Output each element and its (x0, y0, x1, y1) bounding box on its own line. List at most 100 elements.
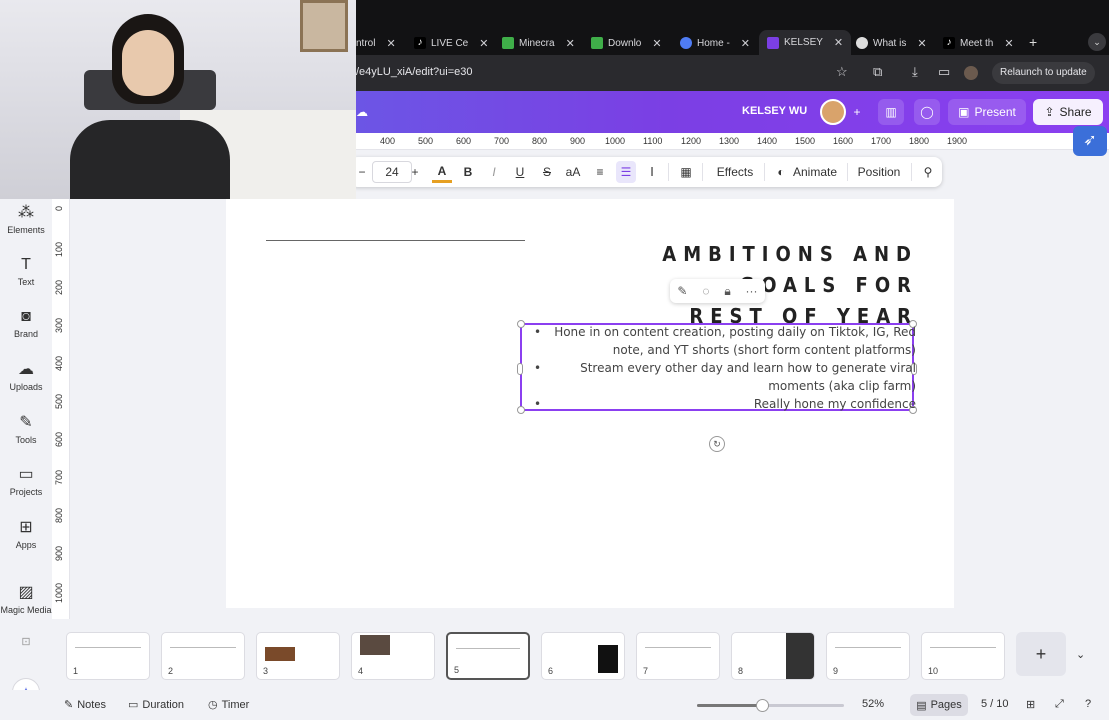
browser-tab[interactable]: ♪ Meet th ✕ (943, 33, 1014, 53)
page-thumbnail[interactable]: 10 (921, 632, 1005, 680)
animate-button[interactable]: Animate (790, 157, 840, 187)
align-right-icon[interactable]: ≡ (590, 157, 610, 187)
lock-icon[interactable]: 🔒︎ (724, 284, 730, 299)
browser-tab[interactable]: What is ✕ (856, 33, 927, 53)
sidebar-item-elements[interactable]: ⁂ Elements (0, 203, 52, 235)
transparency-icon[interactable]: ▦ (676, 157, 696, 187)
bold-icon[interactable]: B (458, 157, 478, 187)
insights-icon[interactable]: ▥ (878, 99, 904, 125)
sidebar-item-magic-media[interactable]: ▨ Magic Media (0, 583, 52, 615)
page-thumbnail[interactable]: 2 (161, 632, 245, 680)
help-icon[interactable]: ? (1085, 698, 1091, 710)
close-tab-icon[interactable]: ✕ (386, 37, 395, 50)
close-tab-icon[interactable]: ✕ (917, 37, 926, 50)
letter-case-icon[interactable]: aA (562, 157, 584, 187)
close-tab-icon[interactable]: ✕ (834, 36, 843, 49)
timer-button[interactable]: ◷ Timer (208, 698, 249, 712)
add-collaborator-icon[interactable]: + (848, 99, 866, 125)
fullscreen-icon[interactable]: ⤢ (1055, 698, 1064, 711)
page-thumbnail[interactable]: 9 (826, 632, 910, 680)
person-body (70, 120, 230, 199)
extensions-icon[interactable]: ⧉ (873, 64, 882, 80)
browser-tab-active[interactable]: KELSEY ✕ (759, 30, 852, 55)
rocket-icon[interactable]: ➶ (1073, 126, 1107, 156)
browser-tab[interactable]: ♪ LIVE Ce ✕ (414, 33, 488, 53)
magic-write-icon[interactable]: ✎ (677, 284, 687, 298)
page-thumbnail-active[interactable]: 5 (446, 632, 530, 680)
bullet-list[interactable]: • Hone in on content creation, posting da… (526, 323, 916, 413)
sidebar-item-apps[interactable]: ⊞ Apps (0, 518, 52, 550)
zoom-slider-handle[interactable] (755, 699, 769, 712)
ruler-tick: 800 (532, 136, 548, 146)
download-icon[interactable]: ⤓ (912, 64, 918, 80)
effects-button[interactable]: Effects (712, 157, 758, 187)
ruler-tick: 500 (54, 393, 64, 409)
tab-search-icon[interactable]: ⌄ (1088, 33, 1106, 51)
underline-icon[interactable]: U (510, 157, 530, 187)
comment-icon[interactable]: ◯ (914, 99, 940, 125)
share-icon: ⇪ (1044, 105, 1055, 119)
close-tab-icon[interactable]: ✕ (1004, 37, 1013, 50)
text-color-icon[interactable]: A (432, 161, 452, 183)
ruler-tick: 900 (570, 136, 586, 146)
bullet-list-icon[interactable]: ☰ (616, 161, 636, 183)
italic-icon[interactable]: I (484, 157, 504, 187)
close-tab-icon[interactable]: ✕ (652, 37, 661, 50)
page-thumbnail[interactable]: 8 (731, 632, 815, 680)
spacing-icon[interactable]: Ⅰ (642, 157, 662, 187)
cloud-sync-icon[interactable]: ☁ (356, 105, 368, 119)
page-thumbnail[interactable]: 1 (66, 632, 150, 680)
duration-icon: ▭ (128, 699, 139, 711)
zoom-slider[interactable] (697, 699, 844, 712)
sidebar-item-label: Brand (13, 329, 39, 339)
comment-icon[interactable]: ◌ (702, 284, 709, 298)
page-thumbnail[interactable]: 7 (636, 632, 720, 680)
close-tab-icon[interactable]: ✕ (566, 37, 575, 50)
page-thumbnail[interactable]: 3 (256, 632, 340, 680)
divider-line[interactable] (266, 240, 525, 241)
close-tab-icon[interactable]: ✕ (741, 37, 750, 50)
position-button[interactable]: Position (855, 157, 903, 187)
cast-icon[interactable]: ▭ (938, 64, 950, 80)
resize-handle[interactable] (517, 406, 525, 414)
share-button[interactable]: ⇪ Share (1033, 99, 1103, 125)
rotate-icon[interactable]: ↻ (709, 436, 725, 452)
font-size-input[interactable]: 24 (372, 161, 412, 183)
decrease-font-size-button[interactable]: − (354, 157, 370, 187)
resize-handle[interactable] (517, 363, 523, 375)
resize-handle[interactable] (517, 320, 525, 328)
browser-tab[interactable]: Home - ✕ (680, 33, 750, 53)
browser-tab[interactable]: Minecra ✕ (502, 33, 575, 53)
zoom-level[interactable]: 52% (862, 698, 884, 710)
sidebar-item-uploads[interactable]: ☁ Uploads (0, 360, 52, 392)
sidebar-item-projects[interactable]: ▭ Projects (0, 465, 52, 497)
sidebar-item-text[interactable]: T Text (0, 255, 52, 287)
browser-tab[interactable]: ntrol ✕ (356, 33, 396, 53)
avatar[interactable] (820, 99, 846, 125)
strikethrough-icon[interactable]: S (537, 157, 557, 187)
bookmark-star-icon[interactable]: ☆ (836, 64, 848, 80)
url-field[interactable]: /e4yLU_xiA/edit?ui=e30 (356, 66, 473, 78)
notes-button[interactable]: ✎ Notes (64, 698, 106, 712)
ruler-tick: 400 (54, 355, 64, 371)
grid-view-icon[interactable]: ⊞ (1026, 698, 1035, 711)
copy-style-icon[interactable]: ⚲ (918, 157, 938, 187)
browser-tab[interactable]: Downlo ✕ (591, 33, 662, 53)
duration-button[interactable]: ▭ Duration (128, 698, 184, 712)
chevron-down-icon[interactable]: ⌄ (1076, 648, 1085, 661)
pages-button[interactable]: ▤ Pages (910, 694, 968, 716)
slide-canvas[interactable]: AMBITIONS AND GOALS FOR REST OF YEAR ✎ ◌… (226, 199, 954, 608)
page-thumbnail[interactable]: 6 (541, 632, 625, 680)
add-page-button[interactable]: + (1016, 632, 1066, 676)
sidebar-item-brand[interactable]: ◙ Brand (0, 307, 52, 339)
close-tab-icon[interactable]: ✕ (479, 37, 488, 50)
page-thumbnail[interactable]: 4 (351, 632, 435, 680)
more-options-icon[interactable]: ··· (746, 284, 758, 298)
ruler-tick: 1300 (719, 136, 740, 146)
relaunch-button[interactable]: Relaunch to update (992, 62, 1095, 84)
present-button[interactable]: ▣ Present (948, 99, 1026, 125)
sidebar-item-tools[interactable]: ✎ Tools (0, 413, 52, 445)
profile-avatar[interactable] (964, 66, 978, 80)
increase-font-size-button[interactable]: + (408, 157, 422, 187)
new-tab-icon[interactable]: + (1029, 34, 1037, 50)
